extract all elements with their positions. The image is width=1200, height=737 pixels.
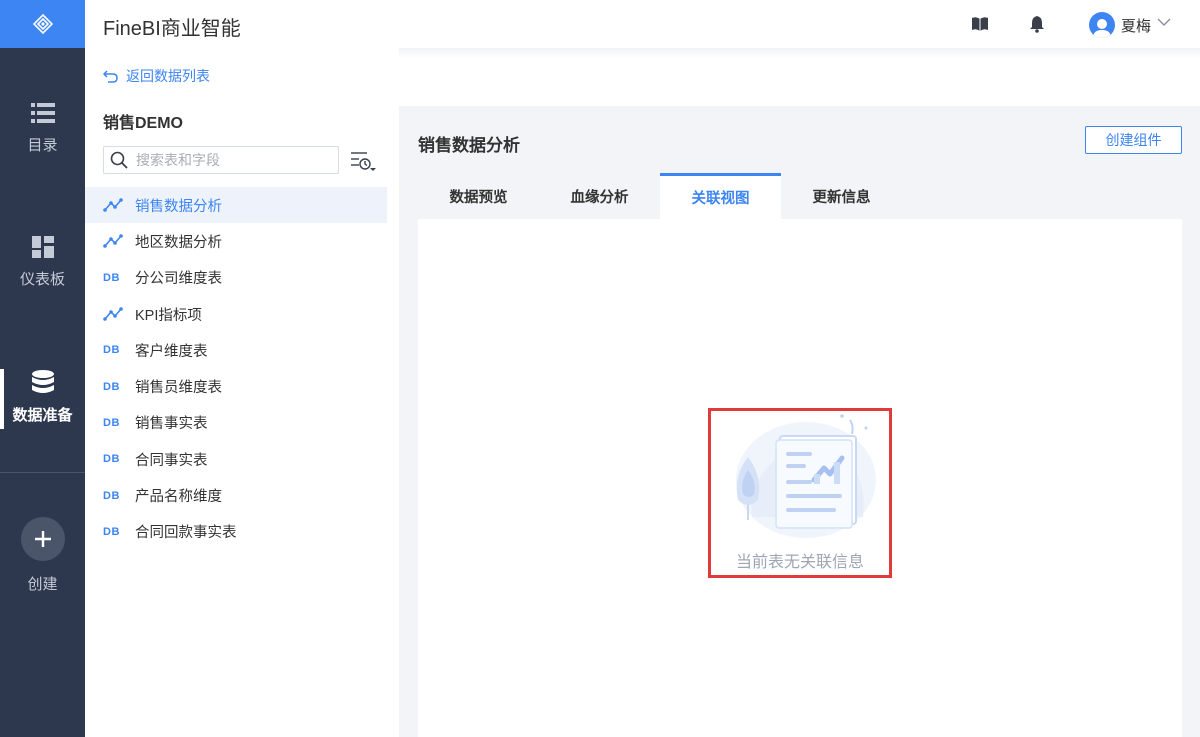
- logo-icon: [32, 13, 53, 35]
- table-item-label: 分公司维度表: [135, 271, 222, 288]
- table-item-label: 合同回款事实表: [135, 525, 237, 542]
- package-title: 销售DEMO: [103, 115, 184, 132]
- back-link-label: 返回数据列表: [126, 68, 210, 84]
- back-to-list-link[interactable]: 返回数据列表: [103, 66, 210, 86]
- tab-bar: 数据预览 血缘分析 关联视图 更新信息: [418, 173, 902, 219]
- analysis-table-icon: [103, 234, 123, 249]
- table-item-label: 客户维度表: [135, 343, 208, 360]
- rail-item-create[interactable]: 创建: [0, 517, 85, 594]
- table-item-label: KPI指标项: [135, 307, 202, 324]
- db-tag: DB: [103, 271, 120, 284]
- tab-data-preview[interactable]: 数据预览: [418, 173, 539, 219]
- table-item[interactable]: DB 产品名称维度: [85, 477, 387, 513]
- avatar[interactable]: [1089, 12, 1115, 38]
- database-icon: [31, 370, 54, 393]
- user-name[interactable]: 夏梅: [1121, 15, 1151, 36]
- rail-item-catalog[interactable]: 目录: [0, 102, 85, 155]
- db-table-icon: DB: [103, 526, 125, 538]
- db-table-icon: DB: [103, 417, 125, 429]
- analysis-table-icon-wrap: [103, 307, 125, 321]
- rail-item-label: 数据准备: [12, 407, 73, 424]
- rail-item-data-prep[interactable]: 数据准备: [0, 370, 85, 425]
- panel-title: 销售数据分析: [418, 136, 520, 155]
- list-icon: [30, 103, 55, 123]
- db-tag: DB: [103, 344, 120, 357]
- db-table-icon: DB: [103, 344, 125, 356]
- db-tag: DB: [103, 453, 120, 466]
- table-list: 销售数据分析 地区数据分析 DB 分公司维度表 KPI指标项 DB 客户维度表 DB 销售员维度…: [85, 187, 387, 550]
- analysis-table-icon-wrap: [103, 234, 125, 249]
- table-item[interactable]: DB 销售员维度表: [85, 368, 387, 404]
- analysis-table-icon: [103, 307, 123, 321]
- db-tag: DB: [103, 416, 120, 429]
- rail-item-label: 目录: [27, 137, 58, 154]
- chevron-down-icon[interactable]: [1157, 17, 1171, 27]
- db-table-icon: DB: [103, 272, 125, 284]
- db-table-icon: DB: [103, 381, 125, 393]
- db-tag: DB: [103, 525, 120, 538]
- db-tag: DB: [103, 380, 120, 393]
- table-item[interactable]: DB 合同回款事实表: [85, 514, 387, 550]
- tab-update-info[interactable]: 更新信息: [781, 173, 902, 219]
- rail-divider: [0, 472, 85, 473]
- logo[interactable]: [0, 0, 85, 48]
- table-item-label: 地区数据分析: [135, 234, 222, 251]
- empty-state-text: 当前表无关联信息: [735, 554, 864, 571]
- book-icon[interactable]: [971, 15, 989, 33]
- table-item-label: 产品名称维度: [135, 489, 222, 506]
- rail-item-label: 仪表板: [19, 271, 65, 288]
- rail-item-dashboard[interactable]: 仪表板: [0, 236, 85, 289]
- nav-rail: 目录 仪表板 数据准备 创建: [0, 0, 85, 737]
- table-item[interactable]: KPI指标项: [85, 296, 387, 332]
- dashboard-icon: [31, 236, 54, 258]
- analysis-table-icon-wrap: [103, 198, 125, 212]
- table-item[interactable]: 地区数据分析: [85, 223, 387, 259]
- return-icon: [103, 70, 118, 83]
- create-component-button[interactable]: 创建组件: [1085, 126, 1182, 154]
- table-item-label: 销售事实表: [135, 416, 208, 433]
- search-box[interactable]: [103, 146, 339, 174]
- table-item[interactable]: DB 分公司维度表: [85, 260, 387, 296]
- table-item-label: 销售员维度表: [135, 380, 222, 397]
- search-icon: [110, 151, 128, 169]
- app-title: FineBI商业智能: [103, 18, 241, 40]
- user-icon: [1093, 19, 1111, 38]
- tab-relation-view[interactable]: 关联视图: [660, 173, 781, 219]
- header-shadow: [399, 48, 1200, 58]
- plus-icon: [34, 531, 51, 547]
- table-item-label: 合同事实表: [135, 452, 208, 469]
- db-table-icon: DB: [103, 453, 125, 465]
- create-circle[interactable]: [20, 517, 65, 561]
- bell-icon[interactable]: [1029, 15, 1045, 33]
- tab-lineage-analysis[interactable]: 血缘分析: [539, 173, 660, 219]
- analysis-table-icon: [103, 198, 123, 212]
- table-item[interactable]: DB 销售事实表: [85, 405, 387, 441]
- table-item[interactable]: DB 合同事实表: [85, 441, 387, 477]
- filter-sort-icon[interactable]: [349, 150, 377, 172]
- table-item[interactable]: 销售数据分析: [85, 187, 387, 224]
- db-table-icon: DB: [103, 490, 125, 502]
- table-item-label: 销售数据分析: [135, 198, 222, 215]
- table-item[interactable]: DB 客户维度表: [85, 332, 387, 368]
- search-input[interactable]: [136, 152, 326, 168]
- rail-item-label: 创建: [27, 576, 58, 593]
- db-tag: DB: [103, 489, 120, 502]
